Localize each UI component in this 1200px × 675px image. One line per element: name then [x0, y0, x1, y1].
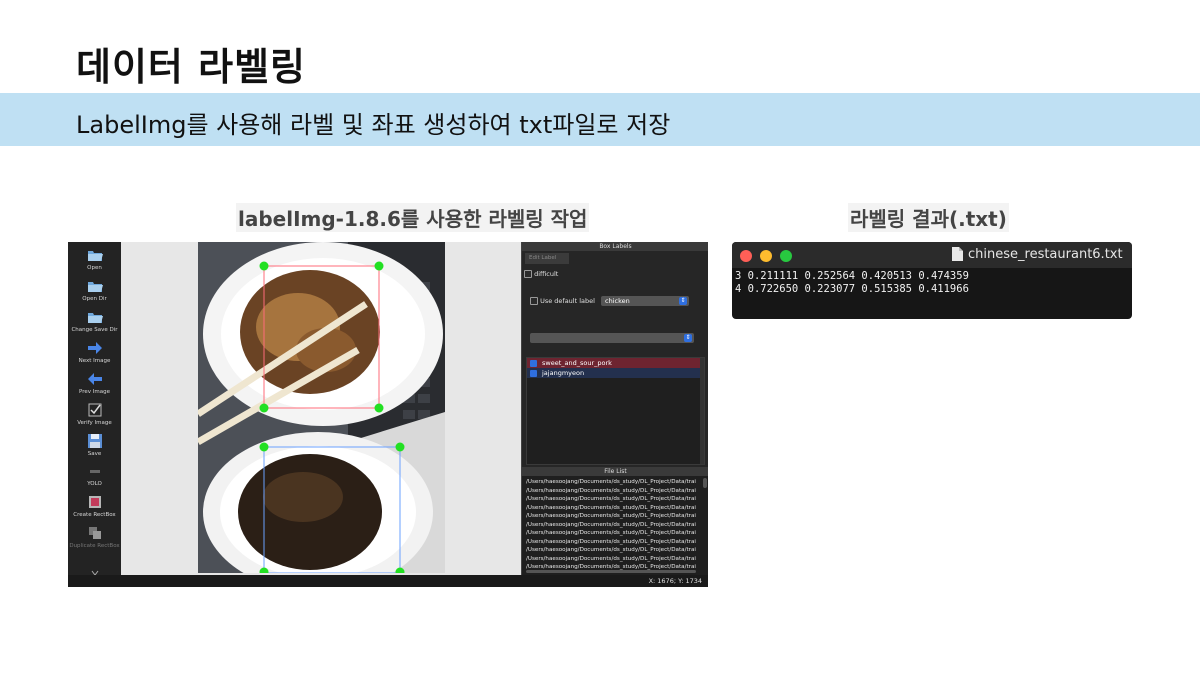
folder-open-icon	[87, 313, 103, 323]
list-item[interactable]: /Users/haesoojang/Documents/ds_study/DL_…	[526, 495, 701, 504]
list-item[interactable]: /Users/haesoojang/Documents/ds_study/DL_…	[526, 512, 701, 521]
difficult-label: difficult	[534, 270, 559, 278]
list-item[interactable]: /Users/haesoojang/Documents/ds_study/DL_…	[526, 504, 701, 513]
difficult-checkbox-row[interactable]: difficult	[524, 270, 558, 278]
subtitle-text: LabelImg를 사용해 라벨 및 좌표 생성하여 txt파일로 저장	[76, 111, 671, 139]
list-item[interactable]: /Users/haesoojang/Documents/ds_study/DL_…	[526, 521, 701, 530]
file-list-title: File List	[522, 467, 708, 476]
list-item[interactable]: /Users/haesoojang/Documents/ds_study/DL_…	[526, 555, 701, 564]
food-photo	[198, 242, 445, 573]
prev-image-label: Prev Image	[79, 389, 110, 395]
label-list[interactable]: sweet_and_sour_pork jajangmyeon	[526, 357, 705, 465]
file-list-hscrollbar[interactable]	[526, 570, 696, 573]
label-checkbox[interactable]	[530, 369, 537, 377]
label-name: sweet_and_sour_pork	[542, 359, 612, 367]
terminal-filename: chinese_restaurant6.txt	[968, 247, 1123, 262]
edit-label-tab[interactable]: Edit Label	[525, 253, 569, 264]
change-save-dir-button[interactable]: Change Save Dir	[68, 310, 121, 333]
labelimg-window: Open Open Dir Change Save Dir Next Image…	[68, 242, 708, 587]
save-button[interactable]: Save	[68, 434, 121, 457]
file-list-vscrollbar[interactable]	[703, 478, 707, 488]
minimize-button[interactable]	[760, 250, 772, 262]
next-image-label: Next Image	[78, 358, 111, 364]
default-label-value: chicken	[605, 297, 630, 305]
label-checkbox[interactable]	[530, 359, 537, 367]
list-item[interactable]: /Users/haesoojang/Documents/ds_study/DL_…	[526, 478, 701, 487]
prev-image-button[interactable]: Prev Image	[68, 372, 121, 395]
duplicate-rectbox-label: Duplicate RectBox	[69, 543, 120, 549]
yolo-format-icon	[89, 470, 100, 473]
list-item[interactable]: /Users/haesoojang/Documents/ds_study/DL_…	[526, 487, 701, 496]
default-label-combo[interactable]: chicken ⇕	[601, 296, 689, 306]
arrow-left-icon	[87, 373, 102, 385]
create-rectbox-label: Create RectBox	[73, 512, 116, 518]
difficult-checkbox[interactable]	[524, 270, 532, 278]
label-list-scrollbar[interactable]	[700, 358, 704, 464]
caption-labelimg: labelImg-1.8.6를 사용한 라벨링 작업	[236, 203, 590, 232]
open-dir-label: Open Dir	[82, 296, 107, 302]
duplicate-rectbox-button[interactable]: Duplicate RectBox	[68, 526, 121, 549]
box-labels-title: Box Labels	[522, 242, 708, 251]
rectbox-icon	[88, 496, 101, 508]
list-item[interactable]: sweet_and_sour_pork	[527, 358, 704, 368]
yolo-format-button[interactable]: YOLO	[68, 464, 121, 487]
floppy-disk-icon	[87, 434, 102, 448]
combo-arrow-icon: ⇕	[684, 334, 692, 342]
yolo-label: YOLO	[87, 481, 102, 487]
terminal-line: 3 0.211111 0.252564 0.420513 0.474359	[735, 270, 969, 282]
label-name: jajangmyeon	[542, 369, 585, 377]
file-list[interactable]: /Users/haesoojang/Documents/ds_study/DL_…	[522, 476, 708, 575]
label-filter-combo[interactable]: ⇕	[530, 333, 694, 343]
list-item[interactable]: /Users/haesoojang/Documents/ds_study/DL_…	[526, 538, 701, 547]
save-label: Save	[87, 451, 102, 457]
terminal-titlebar: chinese_restaurant6.txt	[732, 242, 1132, 268]
open-dir-button[interactable]: Open Dir	[68, 279, 121, 302]
open-button[interactable]: Open	[68, 248, 121, 271]
box-labels-dock: Box Labels Edit Label difficult Use defa…	[521, 242, 708, 575]
slide-title: 데이터 라벨링	[76, 45, 306, 89]
food-photo-drawing	[198, 242, 445, 573]
verify-image-button[interactable]: Verify Image	[68, 403, 121, 426]
terminal-window: chinese_restaurant6.txt 3 0.211111 0.252…	[732, 242, 1132, 319]
verify-check-icon	[88, 403, 101, 417]
subtitle-banner: LabelImg를 사용해 라벨 및 좌표 생성하여 txt파일로 저장	[0, 93, 1200, 146]
document-icon	[952, 247, 963, 261]
close-button[interactable]	[740, 250, 752, 262]
use-default-label-text: Use default label	[540, 297, 595, 305]
caption-result: 라벨링 결과(.txt)	[848, 203, 1009, 232]
list-item[interactable]: /Users/haesoojang/Documents/ds_study/DL_…	[526, 546, 701, 555]
arrow-right-icon	[87, 342, 102, 354]
open-label: Open	[87, 265, 102, 271]
verify-image-label: Verify Image	[77, 420, 112, 426]
list-item[interactable]: jajangmyeon	[527, 368, 704, 378]
create-rectbox-button[interactable]: Create RectBox	[68, 495, 121, 518]
folder-open-icon	[87, 251, 103, 261]
cursor-coordinates: X: 1676; Y: 1734	[648, 577, 702, 585]
terminal-line: 4 0.722650 0.223077 0.515385 0.411966	[735, 283, 969, 295]
status-bar: X: 1676; Y: 1734	[68, 575, 708, 587]
maximize-button[interactable]	[780, 250, 792, 262]
list-item[interactable]: /Users/haesoojang/Documents/ds_study/DL_…	[526, 529, 701, 538]
duplicate-icon	[88, 527, 101, 539]
combo-arrow-icon: ⇕	[679, 297, 687, 305]
change-save-dir-label: Change Save Dir	[71, 327, 118, 333]
toolbar: Open Open Dir Change Save Dir Next Image…	[68, 242, 121, 576]
default-label-row[interactable]: Use default label	[530, 297, 595, 305]
image-canvas[interactable]	[121, 242, 521, 575]
next-image-button[interactable]: Next Image	[68, 341, 121, 364]
folder-open-icon	[87, 282, 103, 292]
use-default-label-checkbox[interactable]	[530, 297, 538, 305]
